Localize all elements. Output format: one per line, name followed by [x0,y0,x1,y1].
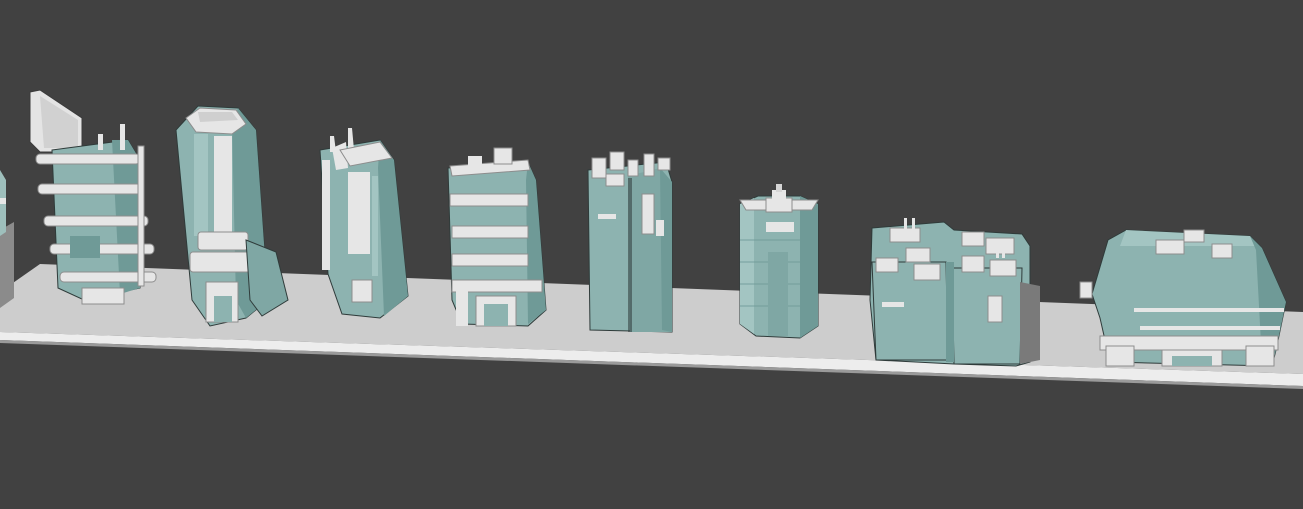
building-model[interactable] [319,128,409,319]
building-model[interactable] [1079,229,1287,367]
building-model[interactable] [587,151,673,333]
building-model[interactable] [739,184,819,339]
building-model[interactable] [447,147,547,327]
building-model[interactable] [869,218,1040,367]
building-model[interactable] [0,170,14,308]
3d-viewport[interactable] [0,0,1303,509]
scene [0,89,1303,389]
building-model[interactable] [175,105,289,327]
